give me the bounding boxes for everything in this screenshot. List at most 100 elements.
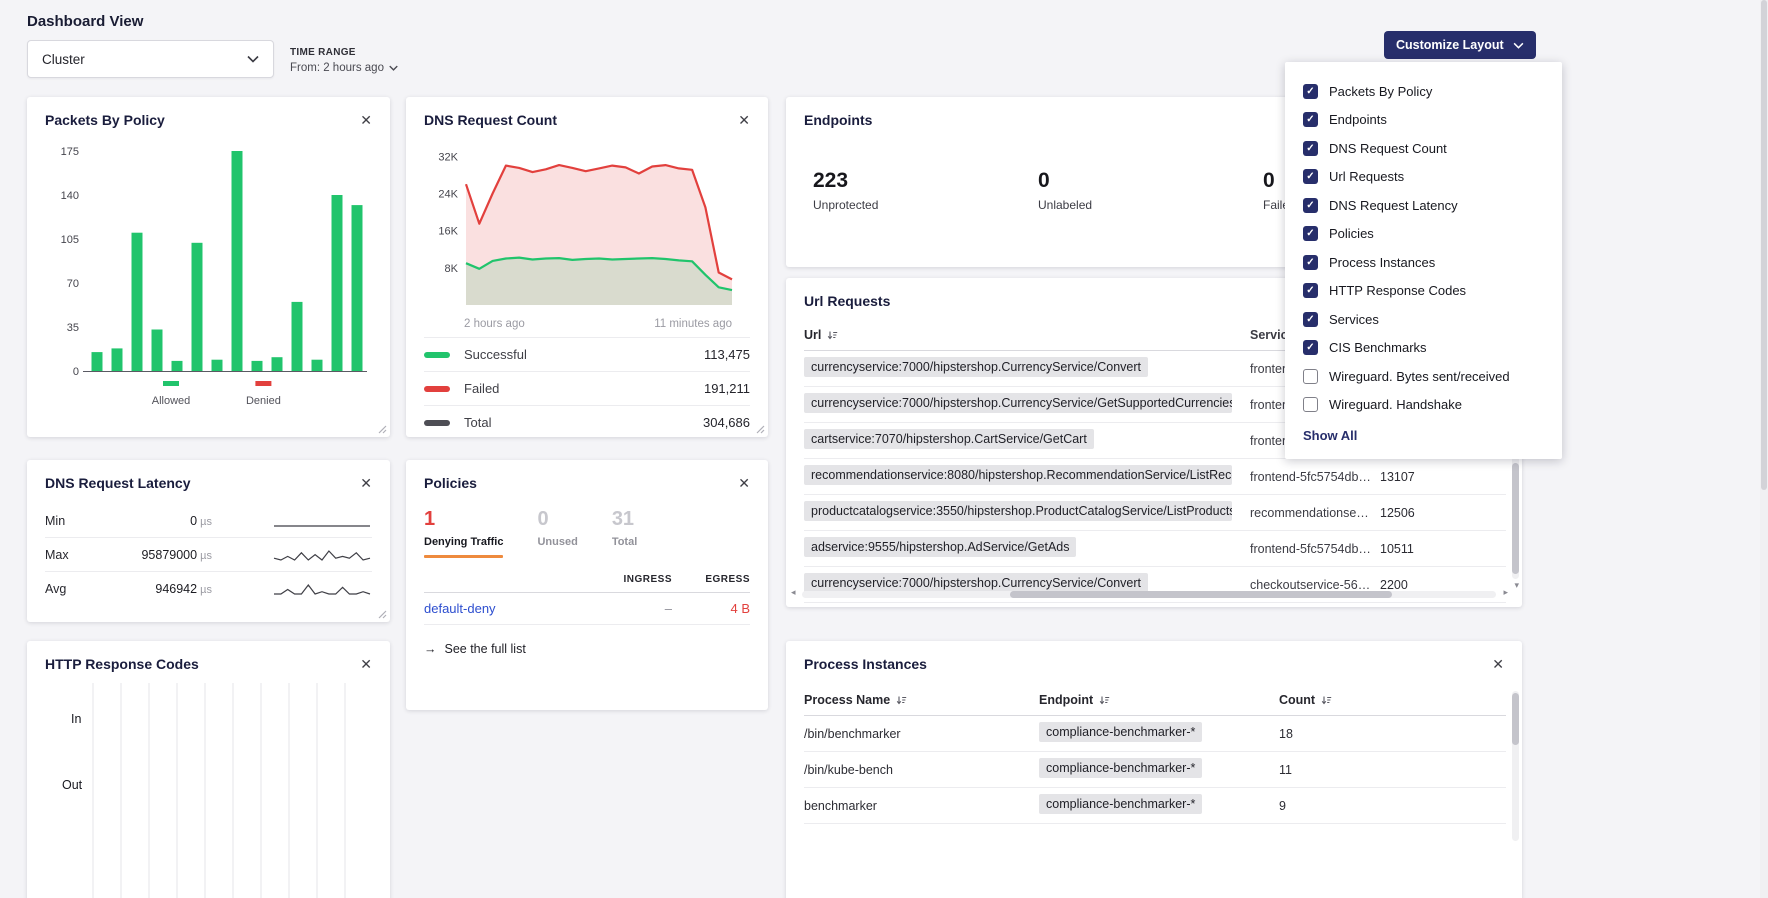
horizontal-scrollbar[interactable] (802, 591, 1496, 598)
menu-item-packets-by-policy[interactable]: ✓Packets By Policy (1303, 77, 1544, 106)
legend-label: Successful (464, 347, 704, 362)
close-icon[interactable]: ✕ (736, 474, 752, 492)
checkbox[interactable]: ✓ (1303, 141, 1318, 156)
column-header-egress: EGRESS (672, 574, 750, 585)
customize-layout-button[interactable]: Customize Layout (1384, 31, 1536, 59)
stat-value: 1 (424, 508, 503, 531)
legend-value: 304,686 (703, 415, 750, 430)
metric-value: 946942 µs (87, 582, 212, 596)
checkbox[interactable]: ✓ (1303, 226, 1318, 241)
scroll-left-arrow-icon[interactable]: ◂ (791, 588, 796, 597)
close-icon[interactable]: ✕ (358, 655, 374, 673)
endpoint-chip: compliance-benchmarker-* (1039, 794, 1202, 814)
legend-swatch (424, 352, 450, 358)
scrollbar-thumb[interactable] (1761, 0, 1767, 490)
menu-item-dns-request-latency[interactable]: ✓DNS Request Latency (1303, 191, 1544, 220)
url-cell: recommendationservice:8080/hipstershop.R… (804, 465, 1250, 488)
policy-stat-denying-traffic[interactable]: 1Denying Traffic (424, 508, 503, 558)
sort-icon[interactable] (896, 695, 907, 706)
count-cell: 11 (1279, 763, 1506, 777)
vertical-scrollbar[interactable] (1512, 691, 1519, 841)
packets-bar-chart: 03570105140175AllowedDenied (41, 135, 376, 407)
policy-name-link[interactable]: default-deny (424, 601, 594, 616)
close-icon[interactable]: ✕ (1490, 655, 1506, 673)
scroll-down-arrow-icon[interactable]: ▾ (1514, 581, 1519, 590)
scrollbar-thumb[interactable] (1512, 693, 1519, 745)
see-full-list-link[interactable]: → See the full list (424, 642, 750, 656)
metric-value: 95879000 µs (87, 548, 212, 562)
customize-layout-label: Customize Layout (1396, 38, 1504, 52)
endpoint-chip: compliance-benchmarker-* (1039, 758, 1202, 778)
close-icon[interactable]: ✕ (358, 474, 374, 492)
chevron-down-icon (247, 55, 259, 63)
time-range-from-value: From: 2 hours ago (290, 62, 384, 74)
checkbox[interactable]: ✓ (1303, 112, 1318, 127)
checkbox[interactable]: ✓ (1303, 283, 1318, 298)
count-cell: 2200 (1380, 578, 1506, 592)
menu-item-label: CIS Benchmarks (1329, 340, 1427, 355)
menu-item-http-response-codes[interactable]: ✓HTTP Response Codes (1303, 277, 1544, 306)
process-instances-table: Process NameEndpointCount/bin/benchmarke… (804, 685, 1506, 824)
checkbox[interactable]: ✓ (1303, 84, 1318, 99)
scrollbar-thumb[interactable] (1512, 463, 1519, 574)
menu-item-wireguard-bytes-sent-received[interactable]: Wireguard. Bytes sent/received (1303, 362, 1544, 391)
process-instances-card: Process Instances ✕ Process NameEndpoint… (786, 641, 1522, 898)
series-label-out: Out (62, 778, 82, 792)
checkbox[interactable]: ✓ (1303, 169, 1318, 184)
menu-item-dns-request-count[interactable]: ✓DNS Request Count (1303, 134, 1544, 163)
checkbox[interactable] (1303, 369, 1318, 384)
service-cell: recommendationse… (1250, 506, 1380, 520)
checkbox[interactable] (1303, 397, 1318, 412)
sparkline-chart (272, 581, 372, 597)
menu-item-policies[interactable]: ✓Policies (1303, 220, 1544, 249)
sort-icon[interactable] (827, 330, 838, 341)
checkbox[interactable]: ✓ (1303, 198, 1318, 213)
metric-label: Min (45, 514, 87, 528)
legend-label: Total (464, 415, 703, 430)
process-name-cell: benchmarker (804, 799, 1039, 813)
stat-value: 0 (1038, 169, 1263, 193)
policy-row: default-deny–4 B (424, 593, 750, 625)
table-row: adservice:9555/hipstershop.AdService/Get… (804, 531, 1506, 567)
show-all-link[interactable]: Show All (1303, 428, 1544, 443)
policy-stat-unused[interactable]: 0Unused (537, 508, 577, 558)
policy-stat-total[interactable]: 31Total (612, 508, 637, 558)
sort-icon[interactable] (1099, 695, 1110, 706)
table-row: recommendationservice:8080/hipstershop.R… (804, 459, 1506, 495)
resize-handle-icon[interactable] (755, 424, 765, 434)
url-cell: cartservice:7070/hipstershop.CartService… (804, 429, 1250, 452)
menu-item-endpoints[interactable]: ✓Endpoints (1303, 106, 1544, 135)
scrollbar-thumb[interactable] (1010, 591, 1392, 598)
checkbox[interactable]: ✓ (1303, 312, 1318, 327)
menu-item-label: Url Requests (1329, 169, 1404, 184)
policies-body: 1Denying Traffic0Unused31Total INGRESS E… (424, 504, 750, 656)
close-icon[interactable]: ✕ (358, 111, 374, 129)
page-scrollbar[interactable] (1760, 0, 1768, 898)
menu-item-url-requests[interactable]: ✓ Url Requests (1303, 163, 1544, 192)
menu-item-wireguard-handshake[interactable]: Wireguard. Handshake (1303, 391, 1544, 420)
chart-legend: Successful113,475Failed191,211Total304,6… (424, 337, 750, 439)
ingress-value: – (594, 601, 672, 616)
url-cell: productcatalogservice:3550/hipstershop.P… (804, 501, 1250, 524)
series-label-in: In (71, 712, 81, 726)
menu-item-services[interactable]: ✓Services (1303, 305, 1544, 334)
sort-icon[interactable] (1321, 695, 1332, 706)
legend-row-successful: Successful113,475 (424, 337, 750, 371)
menu-item-process-instances[interactable]: ✓Process Instances (1303, 248, 1544, 277)
view-select[interactable]: Cluster (27, 40, 274, 78)
menu-item-cis-benchmarks[interactable]: ✓ CIS Benchmarks (1303, 334, 1544, 363)
checkbox[interactable]: ✓ (1303, 340, 1318, 355)
scroll-right-arrow-icon[interactable]: ▸ (1503, 588, 1508, 597)
resize-handle-icon[interactable] (377, 424, 387, 434)
close-icon[interactable]: ✕ (736, 111, 752, 129)
endpoint-cell: compliance-benchmarker-* (1039, 758, 1279, 781)
latency-row-min: Min0 µs (45, 504, 372, 538)
legend-swatch (424, 386, 450, 392)
time-range-from[interactable]: From: 2 hours ago (290, 62, 398, 74)
resize-handle-icon[interactable] (377, 609, 387, 619)
checkbox[interactable]: ✓ (1303, 255, 1318, 270)
legend-value: 191,211 (704, 381, 750, 396)
column-header-url: Url (804, 328, 1250, 342)
sparkline-chart (272, 547, 372, 563)
svg-text:0: 0 (73, 366, 79, 378)
